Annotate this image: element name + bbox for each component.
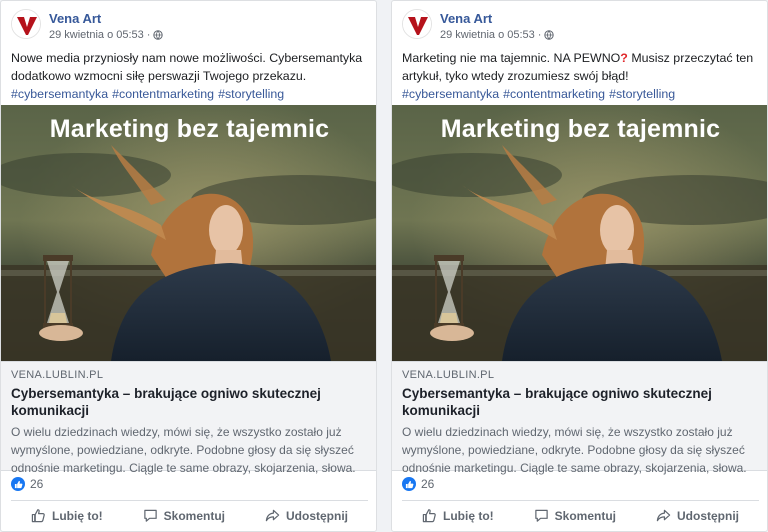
- link-domain: VENA.LUBLIN.PL: [402, 369, 495, 381]
- thumbs-up-icon: [31, 509, 45, 523]
- vena-art-logo[interactable]: [402, 9, 432, 39]
- share-icon: [656, 509, 671, 522]
- share-button[interactable]: Udostępnij: [650, 504, 745, 527]
- post-text: Nowe media przyniosły nam nowe możliwośc…: [11, 49, 371, 103]
- globe-icon[interactable]: [153, 30, 164, 40]
- comment-icon: [534, 509, 548, 522]
- link-description: O wielu dziedzinach wiedzy, mówi się, że…: [11, 425, 356, 475]
- like-button-label: Lubię to!: [443, 508, 494, 523]
- globe-icon[interactable]: [544, 30, 555, 40]
- hashtag-link[interactable]: #contentmarketing: [112, 87, 214, 101]
- post-actions: Lubię to! Skomentuj Udostępnij: [11, 500, 368, 530]
- hashtag-link[interactable]: #cybersemantyka: [11, 87, 108, 101]
- hashtag-link[interactable]: #contentmarketing: [503, 87, 605, 101]
- reactions-summary[interactable]: 26: [11, 477, 43, 491]
- like-button-label: Lubię to!: [52, 508, 103, 523]
- image-headline: Marketing bez tajemnic: [49, 115, 330, 143]
- share-icon: [265, 509, 280, 522]
- link-preview[interactable]: VENA.LUBLIN.PL Cybersemantyka – brakując…: [392, 361, 767, 475]
- facebook-post: Vena Art 29 kwietnia o 05:53 · Marketing…: [391, 0, 768, 532]
- hashtag-list: #cybersemantyka #contentmarketing #storyte…: [402, 85, 762, 103]
- post-text: Marketing nie ma tajemnic. NA PEWNO? Mus…: [402, 49, 762, 103]
- link-title[interactable]: Cybersemantyka – brakujące ogniwo skutec…: [402, 385, 759, 419]
- link-image[interactable]: Marketing bez tajemnic: [392, 105, 767, 361]
- facebook-post: Vena Art 29 kwietnia o 05:53 · Nowe medi…: [0, 0, 377, 532]
- link-domain: VENA.LUBLIN.PL: [11, 369, 104, 381]
- reaction-count: 26: [30, 477, 44, 491]
- like-button[interactable]: Lubię to!: [416, 504, 500, 527]
- post-author[interactable]: Vena Art: [49, 11, 101, 26]
- post-header: Vena Art 29 kwietnia o 05:53 ·: [402, 9, 742, 45]
- post-author[interactable]: Vena Art: [440, 11, 492, 26]
- share-button[interactable]: Udostępnij: [259, 504, 354, 527]
- post-text-mark: ?: [620, 51, 628, 65]
- comment-button[interactable]: Skomentuj: [528, 504, 622, 527]
- hashtag-list: #cybersemantyka #contentmarketing #storyte…: [11, 85, 371, 103]
- hashtag-link[interactable]: #cybersemantyka: [402, 87, 499, 101]
- post-meta: 29 kwietnia o 05:53 ·: [440, 29, 555, 41]
- reaction-count: 26: [421, 477, 435, 491]
- post-date[interactable]: 29 kwietnia o 05:53: [440, 29, 535, 41]
- post-text-main: Marketing nie ma tajemnic. NA PEWNO: [402, 51, 621, 65]
- like-reaction-icon: [11, 477, 25, 491]
- link-description: O wielu dziedzinach wiedzy, mówi się, że…: [402, 425, 747, 475]
- link-preview[interactable]: VENA.LUBLIN.PL Cybersemantyka – brakując…: [1, 361, 376, 475]
- post-actions: Lubię to! Skomentuj Udostępnij: [402, 500, 759, 530]
- like-button[interactable]: Lubię to!: [25, 504, 109, 527]
- link-image[interactable]: Marketing bez tajemnic: [1, 105, 376, 361]
- comment-button[interactable]: Skomentuj: [137, 504, 231, 527]
- share-button-label: Udostępnij: [286, 508, 348, 523]
- reactions-summary[interactable]: 26: [402, 477, 434, 491]
- comment-icon: [143, 509, 157, 522]
- image-headline: Marketing bez tajemnic: [440, 115, 721, 143]
- link-title[interactable]: Cybersemantyka – brakujące ogniwo skutec…: [11, 385, 368, 419]
- like-reaction-icon: [402, 477, 416, 491]
- thumbs-up-icon: [422, 509, 436, 523]
- post-text-main: Nowe media przyniosły nam nowe możliwośc…: [11, 51, 363, 83]
- hashtag-link[interactable]: #storytelling: [218, 87, 284, 101]
- meta-separator: ·: [146, 29, 151, 41]
- post-date[interactable]: 29 kwietnia o 05:53: [49, 29, 144, 41]
- comment-button-label: Skomentuj: [163, 508, 225, 523]
- post-meta: 29 kwietnia o 05:53 ·: [49, 29, 164, 41]
- meta-separator: ·: [537, 29, 542, 41]
- comment-button-label: Skomentuj: [554, 508, 616, 523]
- post-header: Vena Art 29 kwietnia o 05:53 ·: [11, 9, 351, 45]
- share-button-label: Udostępnij: [677, 508, 739, 523]
- hashtag-link[interactable]: #storytelling: [609, 87, 675, 101]
- vena-art-logo[interactable]: [11, 9, 41, 39]
